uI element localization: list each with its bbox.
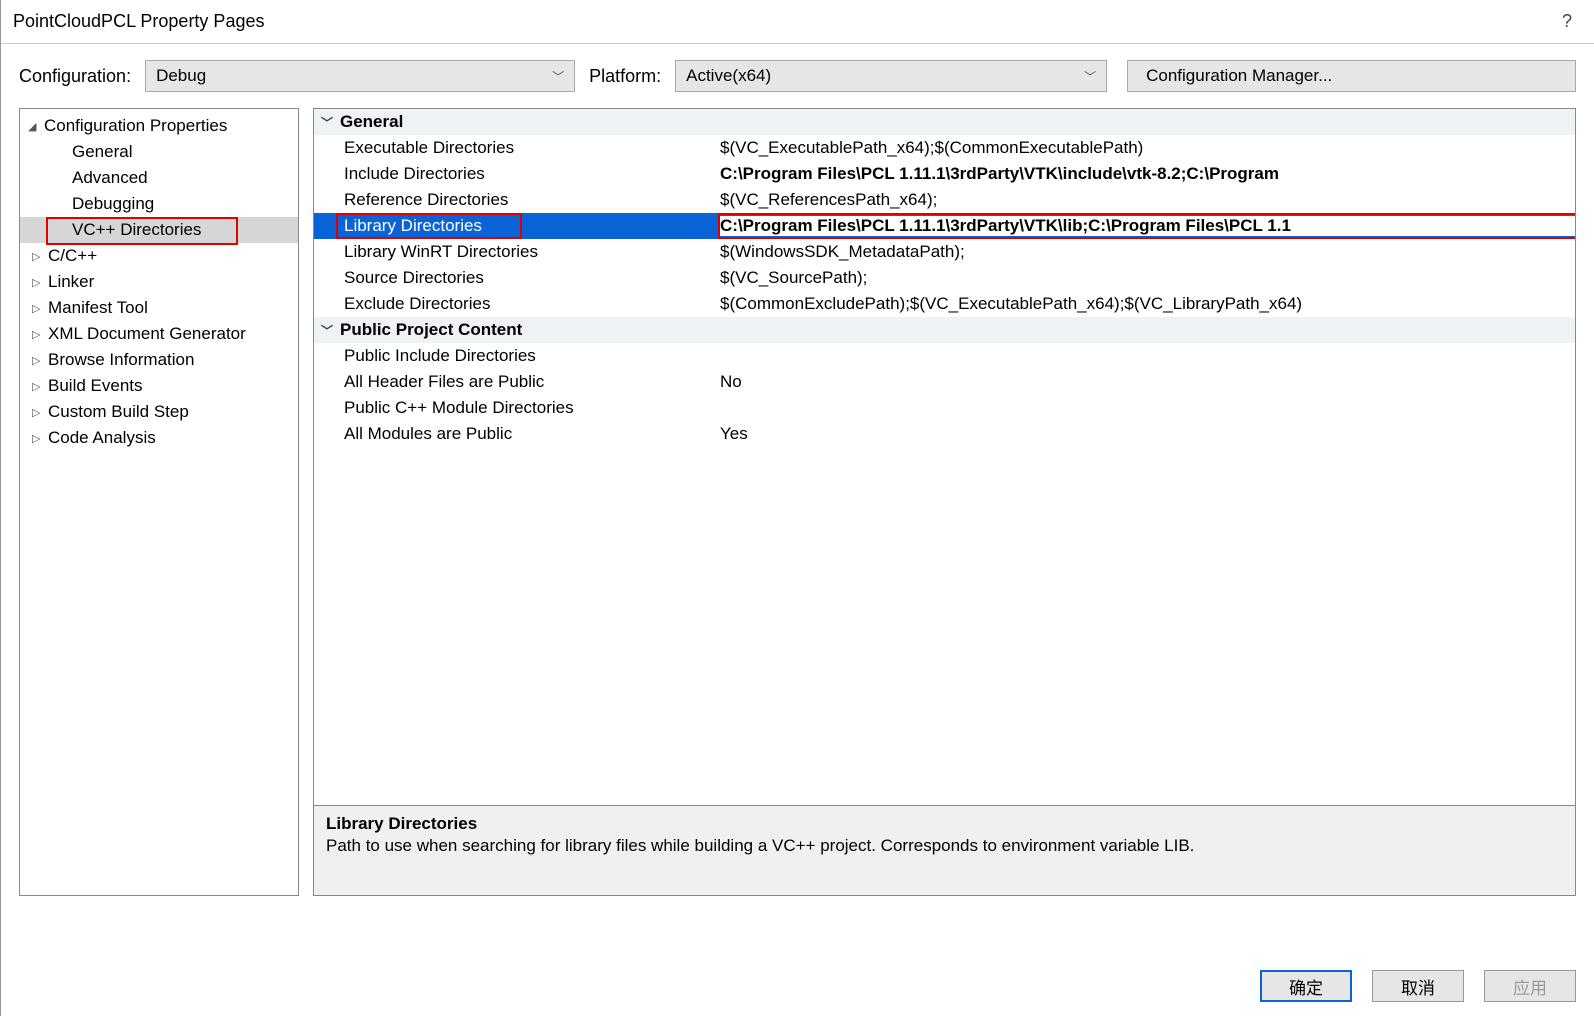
property-value[interactable]: $(CommonExcludePath);$(VC_ExecutablePath… bbox=[718, 294, 1575, 314]
tree-item-label: XML Document Generator bbox=[48, 324, 246, 344]
main-content: ◢ Configuration Properties General Advanc… bbox=[1, 108, 1594, 896]
tree-item[interactable]: VC++ Directories bbox=[20, 217, 298, 243]
configuration-manager-label: Configuration Manager... bbox=[1146, 66, 1332, 86]
tree-item-label: C/C++ bbox=[48, 246, 97, 266]
property-value[interactable]: $(VC_SourcePath); bbox=[718, 268, 1575, 288]
description-panel: Library Directories Path to use when sea… bbox=[313, 806, 1576, 896]
property-pages-window: PointCloudPCL Property Pages ? Configura… bbox=[0, 0, 1594, 1016]
tree-item[interactable]: ▷Code Analysis bbox=[20, 425, 298, 451]
tree-item[interactable]: ▷C/C++ bbox=[20, 243, 298, 269]
property-row[interactable]: Executable Directories$(VC_ExecutablePat… bbox=[314, 135, 1575, 161]
tree-item-label: Linker bbox=[48, 272, 94, 292]
tree-item-label: Code Analysis bbox=[48, 428, 156, 448]
expand-icon: ▷ bbox=[32, 406, 48, 419]
property-row[interactable]: Library DirectoriesC:\Program Files\PCL … bbox=[314, 213, 1575, 239]
tree-item-label: General bbox=[72, 142, 132, 162]
collapse-icon: ﹀ bbox=[314, 322, 340, 339]
property-value[interactable]: $(VC_ReferencesPath_x64); bbox=[718, 190, 1575, 210]
tree-item-label: Debugging bbox=[72, 194, 154, 214]
property-row[interactable]: All Modules are PublicYes bbox=[314, 421, 1575, 447]
property-group-label: General bbox=[340, 112, 718, 132]
cancel-button[interactable]: 取消 bbox=[1372, 970, 1464, 1002]
tree-item[interactable]: ▷Linker bbox=[20, 269, 298, 295]
tree-item[interactable]: ▷Browse Information bbox=[20, 347, 298, 373]
platform-value: Active(x64) bbox=[686, 66, 771, 86]
tree-item-label: Custom Build Step bbox=[48, 402, 189, 422]
tree-item[interactable]: General bbox=[20, 139, 298, 165]
property-value[interactable]: No bbox=[718, 372, 1575, 392]
ok-button[interactable]: 确定 bbox=[1260, 970, 1352, 1002]
property-label: All Modules are Public bbox=[340, 424, 718, 444]
property-label: Public Include Directories bbox=[340, 346, 718, 366]
property-label: All Header Files are Public bbox=[340, 372, 718, 392]
platform-label: Platform: bbox=[589, 66, 661, 87]
dialog-buttons: 确定 取消 应用 bbox=[1260, 970, 1594, 1002]
property-row[interactable]: Exclude Directories$(CommonExcludePath);… bbox=[314, 291, 1575, 317]
property-row[interactable]: Reference Directories$(VC_ReferencesPath… bbox=[314, 187, 1575, 213]
tree-item-label: Build Events bbox=[48, 376, 143, 396]
property-label: Executable Directories bbox=[340, 138, 718, 158]
expand-icon: ▷ bbox=[32, 328, 48, 341]
expand-icon: ▷ bbox=[32, 302, 48, 315]
configuration-manager-button[interactable]: Configuration Manager... bbox=[1127, 60, 1576, 92]
property-group-header[interactable]: ﹀General bbox=[314, 109, 1575, 135]
tree-item[interactable]: ▷Manifest Tool bbox=[20, 295, 298, 321]
property-row[interactable]: Source Directories$(VC_SourcePath); bbox=[314, 265, 1575, 291]
configuration-label: Configuration: bbox=[19, 66, 131, 87]
property-row[interactable]: Public Include Directories bbox=[314, 343, 1575, 369]
property-row[interactable]: All Header Files are PublicNo bbox=[314, 369, 1575, 395]
configuration-dropdown[interactable]: Debug ﹀ bbox=[145, 60, 575, 92]
tree-item[interactable]: Debugging bbox=[20, 191, 298, 217]
tree-root-label: Configuration Properties bbox=[44, 116, 227, 136]
property-label: Library Directories bbox=[340, 216, 718, 236]
configuration-bar: Configuration: Debug ﹀ Platform: Active(… bbox=[1, 44, 1594, 108]
collapse-icon: ◢ bbox=[28, 120, 44, 133]
expand-icon: ▷ bbox=[32, 432, 48, 445]
property-row[interactable]: Include DirectoriesC:\Program Files\PCL … bbox=[314, 161, 1575, 187]
property-label: Include Directories bbox=[340, 164, 718, 184]
property-label: Reference Directories bbox=[340, 190, 718, 210]
description-text: Path to use when searching for library f… bbox=[326, 836, 1563, 856]
configuration-value: Debug bbox=[156, 66, 206, 86]
tree-item-label: VC++ Directories bbox=[72, 220, 201, 240]
property-grid: ﹀GeneralExecutable Directories$(VC_Execu… bbox=[313, 108, 1576, 806]
config-tree: ◢ Configuration Properties General Advanc… bbox=[19, 108, 299, 896]
property-row[interactable]: Public C++ Module Directories bbox=[314, 395, 1575, 421]
tree-item[interactable]: Advanced bbox=[20, 165, 298, 191]
tree-item-label: Advanced bbox=[72, 168, 148, 188]
chevron-down-icon: ﹀ bbox=[1084, 68, 1096, 85]
tree-item-label: Manifest Tool bbox=[48, 298, 148, 318]
tree-root[interactable]: ◢ Configuration Properties bbox=[20, 113, 298, 139]
property-group-header[interactable]: ﹀Public Project Content bbox=[314, 317, 1575, 343]
property-label: Public C++ Module Directories bbox=[340, 398, 718, 418]
property-group-label: Public Project Content bbox=[340, 320, 718, 340]
property-label: Library WinRT Directories bbox=[340, 242, 718, 262]
chevron-down-icon: ﹀ bbox=[552, 68, 564, 85]
property-grid-panel: ﹀GeneralExecutable Directories$(VC_Execu… bbox=[313, 108, 1576, 896]
expand-icon: ▷ bbox=[32, 250, 48, 263]
property-value[interactable]: $(WindowsSDK_MetadataPath); bbox=[718, 242, 1575, 262]
tree-item-label: Browse Information bbox=[48, 350, 194, 370]
property-label: Exclude Directories bbox=[340, 294, 718, 314]
apply-button[interactable]: 应用 bbox=[1484, 970, 1576, 1002]
window-title: PointCloudPCL Property Pages bbox=[13, 11, 1552, 32]
expand-icon: ▷ bbox=[32, 354, 48, 367]
property-label: Source Directories bbox=[340, 268, 718, 288]
help-button[interactable]: ? bbox=[1552, 11, 1582, 32]
titlebar: PointCloudPCL Property Pages ? bbox=[1, 0, 1594, 44]
tree-item[interactable]: ▷Custom Build Step bbox=[20, 399, 298, 425]
expand-icon: ▷ bbox=[32, 380, 48, 393]
platform-dropdown[interactable]: Active(x64) ﹀ bbox=[675, 60, 1107, 92]
property-row[interactable]: Library WinRT Directories$(WindowsSDK_Me… bbox=[314, 239, 1575, 265]
property-value[interactable]: C:\Program Files\PCL 1.11.1\3rdParty\VTK… bbox=[718, 164, 1575, 184]
property-value[interactable]: C:\Program Files\PCL 1.11.1\3rdParty\VTK… bbox=[718, 216, 1575, 236]
tree-item[interactable]: ▷XML Document Generator bbox=[20, 321, 298, 347]
property-value[interactable]: Yes bbox=[718, 424, 1575, 444]
tree-item[interactable]: ▷Build Events bbox=[20, 373, 298, 399]
description-title: Library Directories bbox=[326, 814, 1563, 834]
property-value[interactable]: $(VC_ExecutablePath_x64);$(CommonExecuta… bbox=[718, 138, 1575, 158]
collapse-icon: ﹀ bbox=[314, 114, 340, 131]
expand-icon: ▷ bbox=[32, 276, 48, 289]
